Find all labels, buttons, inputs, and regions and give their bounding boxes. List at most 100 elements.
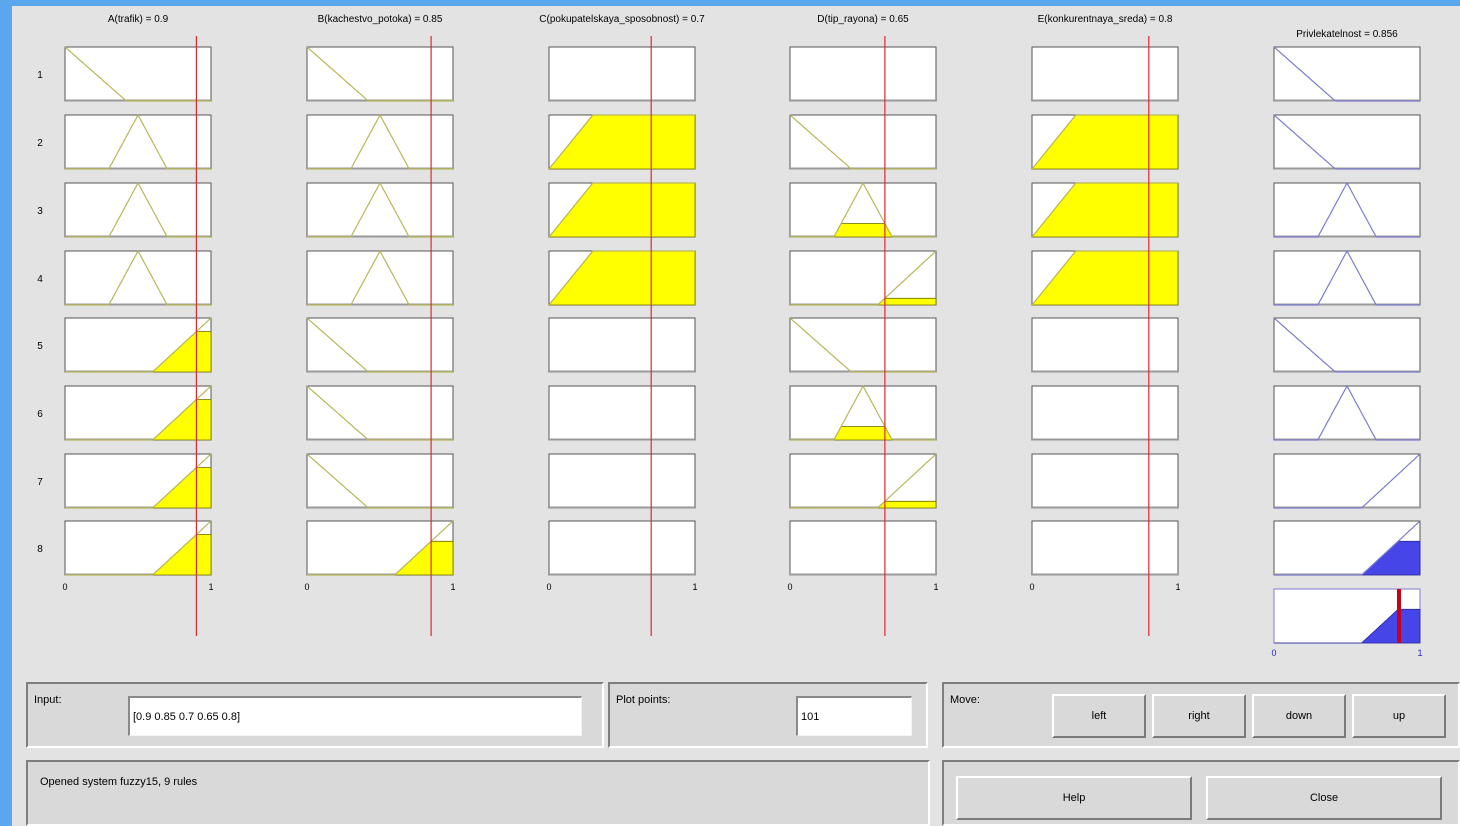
plot-frame	[1273, 385, 1421, 441]
plot-frame	[64, 114, 212, 170]
axis-tick-max: 1	[1175, 582, 1180, 592]
rule-3-output-plot	[1273, 181, 1421, 238]
column-title-e: E(konkurentnaya_sreda) = 0.8	[1038, 14, 1173, 25]
rule-number: 7	[37, 477, 43, 488]
plot-frame	[548, 385, 696, 441]
plot-frame	[1031, 520, 1179, 576]
rule-5-e-plot	[1031, 317, 1179, 373]
move-label: Move:	[950, 694, 980, 706]
rule-1-d-plot	[789, 46, 937, 102]
rule-5-d-plot	[789, 317, 937, 373]
rule-5-a-plot	[64, 317, 212, 373]
rule-6-e-plot	[1031, 385, 1179, 441]
rule-6-output-plot	[1273, 384, 1421, 441]
rule-number: 6	[37, 409, 43, 420]
plot-frame	[1273, 46, 1421, 102]
rule-6-c-plot	[548, 385, 696, 441]
plot-frame	[789, 453, 937, 509]
plot-frame	[1273, 250, 1421, 306]
rule-1-e-plot	[1031, 46, 1179, 102]
rule-1-a-plot	[64, 46, 212, 102]
axis-tick-max: 1	[208, 582, 213, 592]
rule-8-d-plot	[789, 520, 937, 576]
aggregated-output-plot	[1273, 588, 1421, 644]
plot-frame	[548, 453, 696, 509]
rule-3-c-plot	[548, 182, 696, 238]
status-panel: Opened system fuzzy15, 9 rules	[26, 760, 930, 826]
plot-frame	[789, 520, 937, 576]
rule-7-d-plot	[789, 453, 937, 509]
plot-frame	[1031, 46, 1179, 102]
rule-number: 3	[37, 206, 43, 217]
plot-frame	[789, 114, 937, 170]
rule-5-c-plot	[548, 317, 696, 373]
dialog-buttons-panel: Help Close	[942, 760, 1460, 826]
axis-tick-max: 1	[450, 582, 455, 592]
rule-1-c-plot	[548, 46, 696, 102]
rule-number: 8	[37, 544, 43, 555]
input-panel: Input:	[26, 682, 604, 748]
plot-frame	[1031, 385, 1179, 441]
plot-frame	[548, 46, 696, 102]
help-button[interactable]: Help	[956, 776, 1192, 820]
plot-frame	[1273, 114, 1421, 170]
rule-4-c-plot	[548, 250, 696, 306]
plot-points-field[interactable]	[796, 696, 912, 736]
status-message: Opened system fuzzy15, 9 rules	[40, 776, 198, 788]
plot-frame	[789, 250, 937, 306]
move-down-button[interactable]: down	[1252, 694, 1346, 738]
rule-8-e-plot	[1031, 520, 1179, 576]
column-title-c: C(pokupatelskaya_sposobnost) = 0.7	[539, 14, 705, 25]
rule-6-a-plot	[64, 385, 212, 441]
column-title-b: B(kachestvo_potoka) = 0.85	[318, 14, 443, 25]
move-panel: Move: left right down up	[942, 682, 1460, 748]
rule-8-a-plot	[64, 520, 212, 576]
rule-7-output-plot	[1273, 453, 1421, 509]
rule-viewer-window: A(trafik) = 0.9 B(kachestvo_potoka) = 0.8…	[12, 6, 1460, 826]
plot-frame	[1273, 317, 1421, 373]
rule-number: 1	[37, 70, 43, 81]
rule-3-a-plot	[64, 181, 212, 238]
plot-frame	[64, 250, 212, 306]
axis-tick-min: 0	[546, 582, 551, 592]
axis-tick-max: 1	[692, 582, 697, 592]
plot-frame	[548, 317, 696, 373]
plot-frame	[789, 317, 937, 373]
plot-frame	[548, 520, 696, 576]
plot-frame	[64, 182, 212, 238]
move-left-button[interactable]: left	[1052, 694, 1146, 738]
plot-points-panel: Plot points:	[608, 682, 928, 748]
column-title-output: Privlekatelnost = 0.856	[1296, 29, 1398, 40]
output-axis-tick-max: 1	[1417, 648, 1422, 658]
column-title-d: D(tip_rayona) = 0.65	[817, 14, 909, 25]
axis-tick-min: 0	[304, 582, 309, 592]
rule-4-a-plot	[64, 249, 212, 306]
axis-tick-min: 0	[1029, 582, 1034, 592]
rule-2-c-plot	[548, 114, 696, 170]
plot-frame	[1031, 453, 1179, 509]
rule-number: 4	[37, 274, 43, 285]
rule-number: 5	[37, 341, 43, 352]
output-axis-tick-min: 0	[1271, 648, 1276, 658]
rule-4-e-plot	[1031, 250, 1179, 306]
input-vector-field[interactable]	[128, 696, 582, 736]
rule-2-e-plot	[1031, 114, 1179, 170]
rule-8-c-plot	[548, 520, 696, 576]
input-label: Input:	[34, 694, 62, 706]
plot-frame	[1031, 317, 1179, 373]
rule-1-output-plot	[1273, 46, 1421, 102]
rule-number: 2	[37, 138, 43, 149]
plot-frame	[789, 46, 937, 102]
close-button[interactable]: Close	[1206, 776, 1442, 820]
rule-plots[interactable]: A(trafik) = 0.9 B(kachestvo_potoka) = 0.8…	[12, 6, 1460, 671]
move-up-button[interactable]: up	[1352, 694, 1446, 738]
move-right-button[interactable]: right	[1152, 694, 1246, 738]
rule-7-c-plot	[548, 453, 696, 509]
rule-6-d-plot	[789, 384, 937, 441]
rule-7-e-plot	[1031, 453, 1179, 509]
axis-tick-min: 0	[62, 582, 67, 592]
plot-frame	[1273, 182, 1421, 238]
rule-4-d-plot	[789, 250, 937, 306]
rule-3-e-plot	[1031, 182, 1179, 238]
axis-tick-min: 0	[787, 582, 792, 592]
